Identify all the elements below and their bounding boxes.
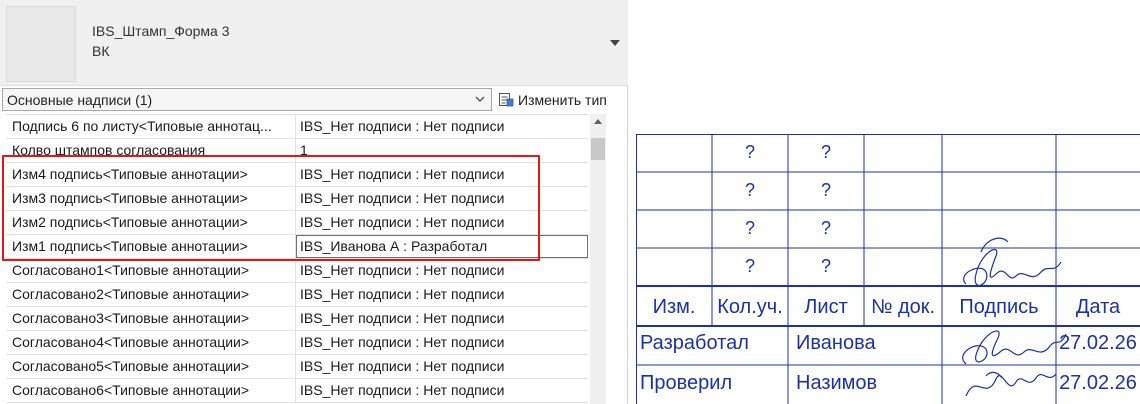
placeholder-mark: ? bbox=[820, 142, 831, 162]
property-value[interactable]: IBS_Нет подписи : Нет подписи bbox=[296, 211, 588, 234]
property-row[interactable]: Согласовано5<Типовые аннотации> IBS_Нет п… bbox=[6, 355, 588, 379]
placeholder-mark: ? bbox=[744, 142, 755, 162]
edit-type-label: Изменить тип bbox=[518, 92, 607, 108]
header-label: № док. bbox=[870, 296, 936, 318]
property-name: Согласовано6<Типовые аннотации> bbox=[6, 379, 296, 402]
edit-type-icon bbox=[499, 93, 514, 107]
family-name: IBS_Штамп_Форма 3 bbox=[92, 23, 230, 39]
property-value[interactable]: IBS_Нет подписи : Нет подписи bbox=[296, 355, 588, 378]
property-row[interactable]: Изм4 подпись<Типовые аннотации> IBS_Нет п… bbox=[6, 163, 588, 187]
header-label: Дата bbox=[1075, 296, 1121, 318]
header-label: Изм. bbox=[652, 296, 696, 318]
property-row[interactable]: Изм2 подпись<Типовые аннотации> IBS_Нет п… bbox=[6, 211, 588, 235]
property-name: Подпись 6 по листу<Типовые аннотац... bbox=[6, 115, 296, 138]
person-name: Иванова bbox=[796, 332, 876, 354]
placeholder-mark: ? bbox=[744, 180, 755, 200]
role-label: Разработал bbox=[640, 332, 749, 354]
type-preview-thumbnail bbox=[6, 6, 76, 82]
property-row[interactable]: Согласовано4<Типовые аннотации> IBS_Нет п… bbox=[6, 331, 588, 355]
properties-grid: Подпись 6 по листу<Типовые аннотац... IBS… bbox=[6, 114, 588, 404]
signature-nazimov-icon bbox=[965, 371, 1057, 397]
property-value[interactable]: IBS_Нет подписи : Нет подписи bbox=[296, 283, 588, 306]
properties-palette: IBS_Штамп_Форма 3 ВК Основные надписи (1… bbox=[0, 0, 628, 404]
chevron-down-icon bbox=[473, 92, 487, 106]
title-block-stamp: ???????? Изм. Кол.уч. Лист № док. Подпись Дата… bbox=[636, 134, 1140, 404]
property-name: Изм4 подпись<Типовые аннотации> bbox=[6, 163, 296, 186]
property-value[interactable]: IBS_Нет подписи : Нет подписи bbox=[296, 307, 588, 330]
category-filter-label: Основные надписи (1) bbox=[7, 92, 153, 108]
person-name: Назимов bbox=[796, 372, 878, 394]
property-row[interactable]: Подпись 6 по листу<Типовые аннотац... IBS… bbox=[6, 115, 588, 139]
property-value[interactable]: IBS_Нет подписи : Нет подписи bbox=[296, 187, 588, 210]
properties-scrollbar[interactable] bbox=[590, 114, 606, 404]
header-label: Кол.уч. bbox=[717, 296, 783, 318]
category-filter-select[interactable]: Основные надписи (1) bbox=[2, 88, 492, 111]
property-row[interactable]: Изм1 подпись<Типовые аннотации> IBS_Ивано… bbox=[6, 235, 588, 259]
property-name: Согласовано5<Типовые аннотации> bbox=[6, 355, 296, 378]
property-value[interactable]: IBS_Нет подписи : Нет подписи bbox=[296, 115, 588, 138]
scroll-thumb[interactable] bbox=[591, 138, 605, 160]
placeholder-mark: ? bbox=[820, 256, 831, 276]
property-value[interactable]: IBS_Нет подписи : Нет подписи bbox=[296, 259, 588, 282]
scroll-up-icon[interactable] bbox=[590, 114, 606, 130]
header-label: Подпись bbox=[959, 296, 1039, 318]
placeholder-mark: ? bbox=[744, 256, 755, 276]
property-row[interactable]: Изм3 подпись<Типовые аннотации> IBS_Нет п… bbox=[6, 187, 588, 211]
property-value[interactable]: IBS_Нет подписи : Нет подписи bbox=[296, 331, 588, 354]
property-row[interactable]: Согласовано3<Типовые аннотации> IBS_Нет п… bbox=[6, 307, 588, 331]
placeholder-mark: ? bbox=[744, 218, 755, 238]
property-name: Согласовано4<Типовые аннотации> bbox=[6, 331, 296, 354]
placeholder-mark: ? bbox=[820, 218, 831, 238]
property-value[interactable]: IBS_Иванова А : Разработал bbox=[296, 235, 588, 258]
header-label: Лист bbox=[804, 296, 848, 318]
date-value: 27.02.26 bbox=[1059, 372, 1137, 394]
property-value[interactable]: IBS_Нет подписи : Нет подписи bbox=[296, 163, 588, 186]
property-value[interactable]: 1 bbox=[296, 139, 588, 162]
filter-row: Основные надписи (1) Изменить тип bbox=[0, 88, 628, 112]
role-label: Проверил bbox=[640, 372, 733, 394]
placeholder-mark: ? bbox=[820, 180, 831, 200]
property-name: Согласовано3<Типовые аннотации> bbox=[6, 307, 296, 330]
property-row[interactable]: Согласовано6<Типовые аннотации> IBS_Нет п… bbox=[6, 379, 588, 403]
type-dropdown-icon[interactable] bbox=[608, 36, 622, 50]
type-selector[interactable]: IBS_Штамп_Форма 3 ВК bbox=[0, 0, 628, 86]
property-name: Согласовано1<Типовые аннотации> bbox=[6, 259, 296, 282]
property-name: Согласовано2<Типовые аннотации> bbox=[6, 283, 296, 306]
property-name: Изм1 подпись<Типовые аннотации> bbox=[6, 235, 296, 258]
date-value: 27.02.26 bbox=[1059, 332, 1137, 354]
property-row[interactable]: Колво штампов согласования 1 bbox=[6, 139, 588, 163]
edit-type-button[interactable]: Изменить тип bbox=[498, 89, 607, 111]
property-row[interactable]: Согласовано1<Типовые аннотации> IBS_Нет п… bbox=[6, 259, 588, 283]
property-value[interactable]: IBS_Нет подписи : Нет подписи bbox=[296, 379, 588, 402]
property-name: Колво штампов согласования bbox=[6, 139, 296, 162]
property-row[interactable]: Согласовано2<Типовые аннотации> IBS_Нет п… bbox=[6, 283, 588, 307]
property-name: Изм3 подпись<Типовые аннотации> bbox=[6, 187, 296, 210]
property-name: Изм2 подпись<Типовые аннотации> bbox=[6, 211, 296, 234]
type-name: ВК bbox=[92, 43, 110, 59]
